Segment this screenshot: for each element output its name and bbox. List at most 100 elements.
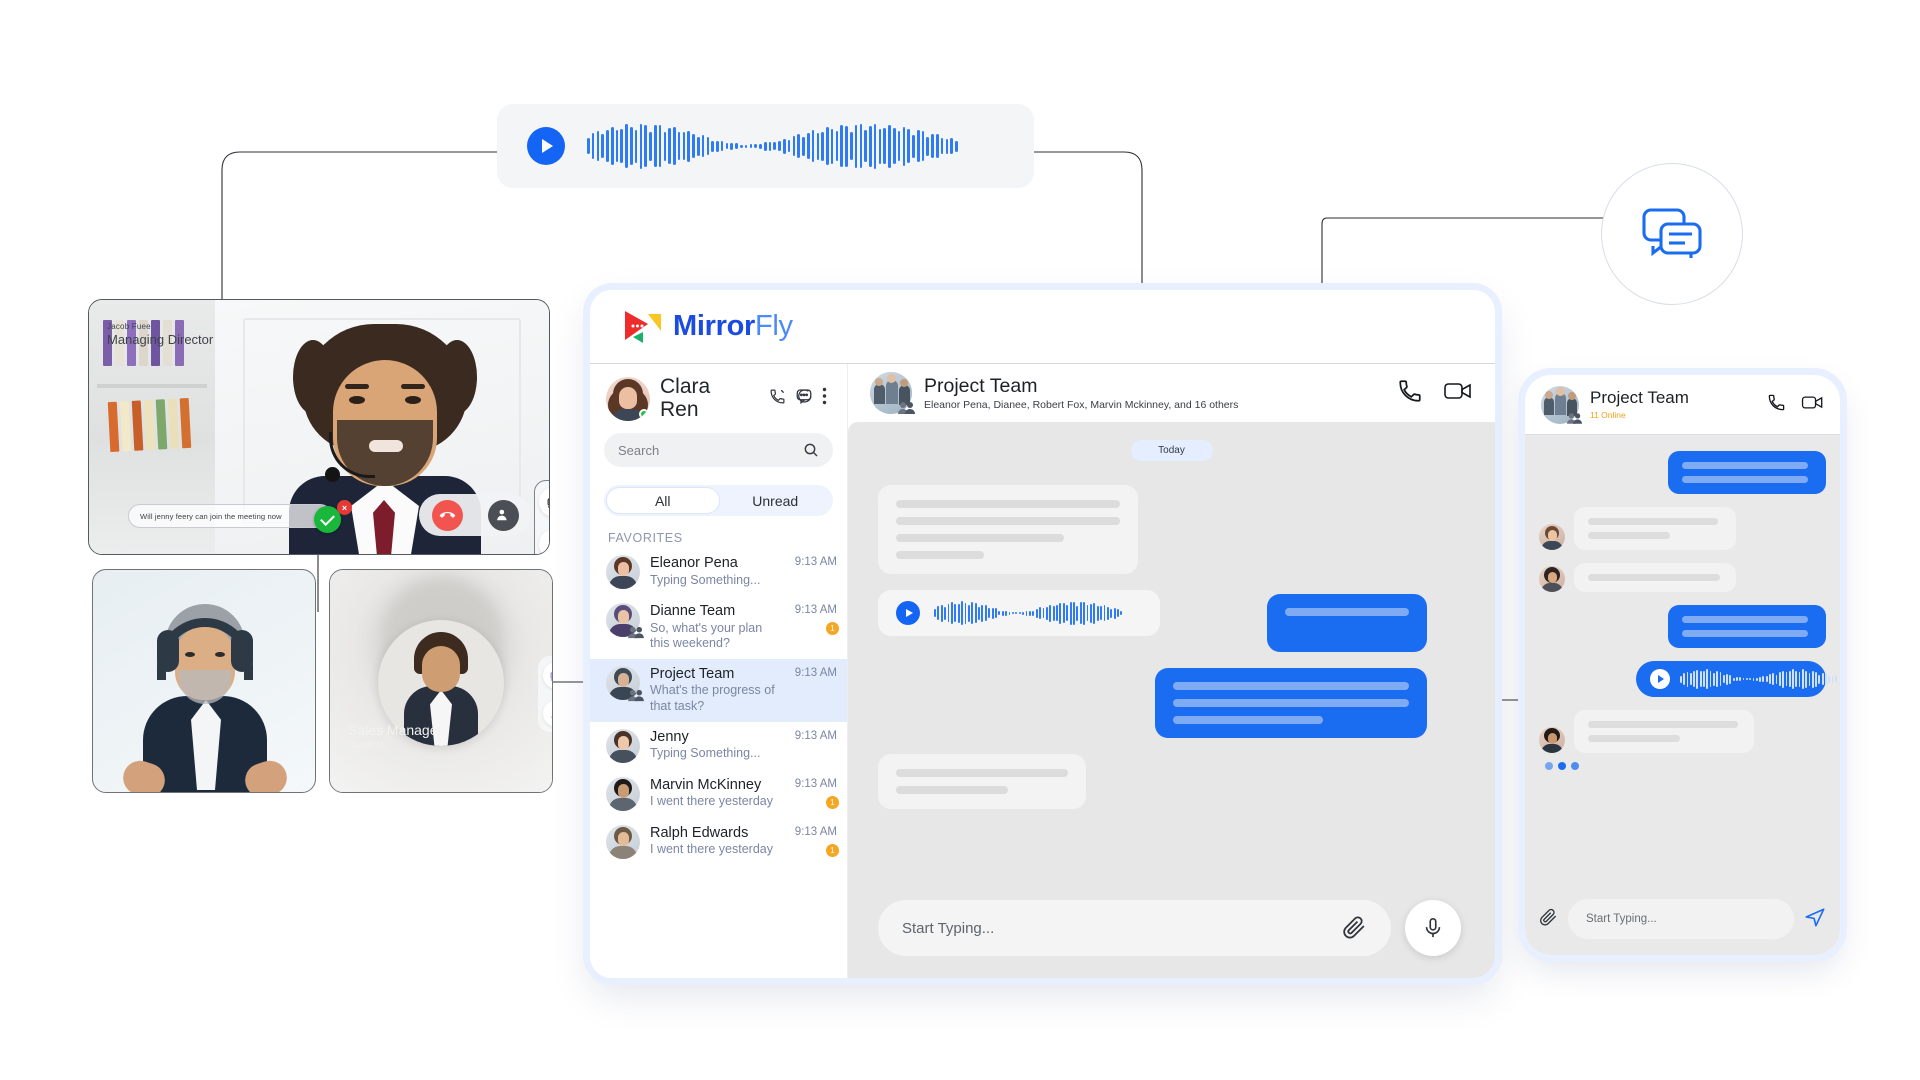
tab-all[interactable]: All [606,487,720,515]
add-person-icon[interactable] [487,499,519,531]
call-controls [419,494,531,536]
call-icon[interactable] [769,388,786,410]
paperclip-icon[interactable] [1539,907,1558,931]
chat-list-item[interactable]: Marvin McKinney I went there yesterday 9:1… [590,770,847,818]
mic-off-icon[interactable] [542,699,552,727]
play-icon[interactable] [896,601,920,625]
new-chat-icon[interactable] [795,387,813,410]
mirrorfly-logo-icon [624,310,662,344]
phone-icon[interactable] [1767,393,1786,417]
message-bubble-incoming[interactable] [1574,507,1736,550]
chat-item-name: Dianne Team [650,603,736,620]
chat-item-name: Project Team [650,665,735,682]
search-input[interactable]: Search [604,433,833,468]
chat-list-item[interactable]: Jenny Typing Something... 9:13 AM [590,722,847,770]
message-bubble-incoming[interactable] [1574,563,1736,592]
current-user-row[interactable]: Clara Ren [590,364,847,425]
message-composer: Start Typing... [878,900,1495,956]
chat-item-name: Marvin McKinney [650,776,762,793]
sidebar: Clara Ren Search All Unread FAVORITES El… [590,364,848,978]
caption-bar: Will jenny feery can join the meeting no… [128,504,332,528]
chat-item-preview: So, what's your plan this weekend? [650,620,763,651]
chat-item-name: Jenny [650,728,689,745]
search-icon [804,443,818,457]
chat-filter-tabs: All Unread [604,485,833,517]
message-bubble-outgoing[interactable] [1668,451,1826,494]
conversation-members: Eleanor Pena, Dianee, Robert Fox, Marvin… [924,399,1239,412]
favorites-section-label: FAVORITES [608,531,683,546]
brand-name-bold: Mirror [673,310,755,342]
avatar [1539,727,1565,753]
camera-off-icon[interactable] [542,661,552,689]
message-bubble-outgoing[interactable] [1668,605,1826,648]
mobile-header: Project Team 11 Online [1525,375,1840,435]
participant-name: Jacob Fuee [107,322,151,331]
x-badge-icon[interactable]: × [337,500,352,515]
message-area: Today Start Typing... [848,422,1495,978]
participant-role: Daniel M. [348,740,387,750]
chat-item-time: 9:13 AM [794,556,837,569]
unread-badge: 1 [826,622,839,636]
message-bubble-outgoing[interactable] [1155,668,1427,738]
message-bubble-incoming[interactable] [1574,710,1754,753]
end-call-icon[interactable] [431,499,463,531]
message-row-outgoing [1539,605,1826,648]
phone-icon[interactable] [1397,378,1423,409]
video-call-tile-3[interactable]: Sales Manager Daniel M. [329,569,553,793]
video-call-side-controls-3 [538,656,552,732]
play-icon[interactable] [1650,669,1670,689]
voice-message-bubble[interactable] [1636,661,1837,697]
app-topbar: MirrorFly [590,290,1495,364]
video-call-tile-2[interactable] [92,569,316,793]
avatar [1539,524,1565,550]
brand[interactable]: MirrorFly [624,310,793,344]
avatar [606,824,640,859]
chat-item-time: 9:13 AM [794,729,837,742]
typing-dots [1539,762,1826,770]
mirrorfly-mobile-window: Project Team 11 Online Start Typing... [1525,375,1840,955]
participant-name: Sales Manager [348,722,443,738]
audio-waveform [587,123,958,169]
avatar [606,728,640,763]
play-icon[interactable] [527,127,565,165]
chat-item-preview: I went there yesterday [650,794,773,809]
mobile-conversation-avatar [1541,385,1582,424]
tab-unread[interactable]: Unread [720,487,832,514]
brand-name-light: Fly [755,310,793,342]
send-icon[interactable] [1804,906,1826,933]
chat-list-item[interactable]: Dianne Team So, what's your plan this wee… [590,596,847,659]
headset-mic-icon [325,432,375,482]
mobile-message-composer: Start Typing... [1539,899,1826,939]
participant-nametag-3: Sales Manager Daniel M. [348,722,442,750]
message-row-voice [1539,661,1837,697]
mobile-message-input[interactable]: Start Typing... [1568,899,1794,939]
chat-list-item[interactable]: Eleanor Pena Typing Something... 9:13 AM [590,548,847,596]
mic-off-icon[interactable] [539,529,549,554]
video-camera-icon[interactable] [1801,393,1824,417]
message-bubble-outgoing[interactable] [1267,594,1427,652]
paperclip-icon[interactable] [1342,914,1367,943]
camera-off-icon[interactable] [539,487,549,517]
avatar [606,376,650,421]
caption-text: Will jenny feery can join the meeting no… [140,511,282,521]
voice-message-bubble[interactable] [878,590,1160,636]
chat-list-item[interactable]: Project Team What's the progress of that … [590,658,847,722]
message-row-outgoing [1539,451,1826,494]
audio-waveform-card [497,104,1034,188]
avatar [606,665,644,702]
message-input-placeholder: Start Typing... [902,919,995,937]
video-call-main-tile[interactable]: Jacob Fuee Managing Director Will jenny … [88,299,550,555]
message-row-incoming [1539,710,1826,753]
chat-list[interactable]: Eleanor Pena Typing Something... 9:13 AM Di… [590,548,847,978]
message-row-incoming [878,485,1465,574]
chat-list-item[interactable]: Ralph Edwards I went there yesterday 9:13 … [590,818,847,866]
message-input[interactable]: Start Typing... [878,900,1391,956]
chat-item-name: Ralph Edwards [650,824,749,841]
message-bubble-incoming[interactable] [878,754,1086,809]
message-bubble-incoming[interactable] [878,485,1138,574]
mobile-message-input-placeholder: Start Typing... [1586,913,1657,925]
video-camera-icon[interactable] [1443,378,1473,409]
more-vertical-icon[interactable] [822,387,827,410]
microphone-icon[interactable] [1405,900,1461,956]
chat-item-name: Eleanor Pena [650,555,738,572]
